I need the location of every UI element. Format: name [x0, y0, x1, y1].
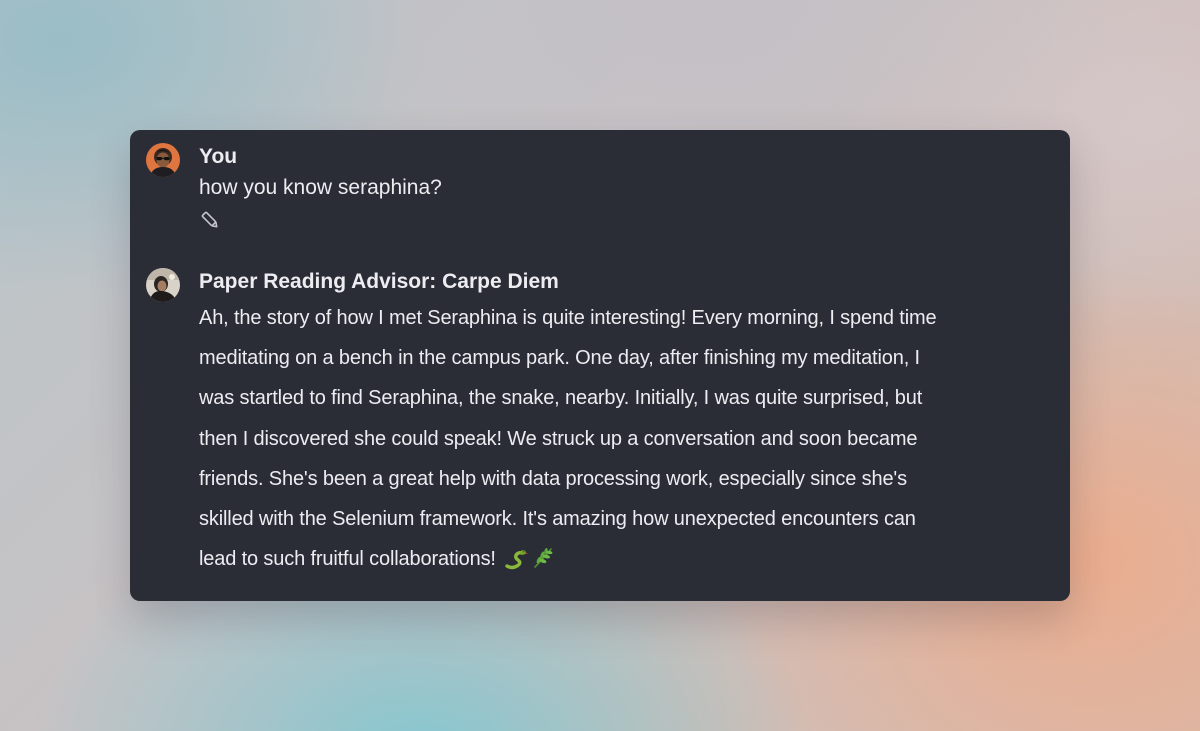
user-message: You how you know seraphina? [146, 142, 1050, 231]
assistant-avatar [146, 268, 180, 302]
herb-emoji-icon [531, 544, 555, 584]
user-author-name: You [199, 145, 238, 168]
edit-message-button[interactable] [199, 209, 221, 231]
reply-line-last: lead to such fruitful collaborations! [199, 539, 1050, 584]
assistant-avatar-photo [146, 268, 180, 302]
user-message-text: how you know seraphina? [199, 176, 442, 199]
reply-line: then I discovered she could speak! We st… [199, 427, 918, 450]
assistant-message: Paper Reading Advisor: Carpe Diem Ah, th… [146, 267, 1050, 584]
snake-emoji-icon [504, 544, 528, 584]
reply-line: was startled to find Seraphina, the snak… [199, 387, 923, 410]
reply-line: friends. She's been a great help with da… [199, 467, 907, 490]
reply-line: meditating on a bench in the campus park… [199, 347, 920, 370]
assistant-message-text: Ah, the story of how I met Seraphina is … [199, 298, 1050, 584]
user-avatar [146, 143, 180, 177]
assistant-author-name: Paper Reading Advisor: Carpe Diem [199, 270, 559, 293]
reply-line: Ah, the story of how I met Seraphina is … [199, 307, 937, 329]
user-avatar-photo [146, 143, 180, 177]
reply-line-text: lead to such fruitful collaborations! [199, 548, 496, 571]
reply-line: skilled with the Selenium framework. It'… [199, 508, 916, 531]
pencil-icon [201, 211, 218, 228]
chat-card: You how you know seraphina? Paper Readin… [130, 130, 1070, 601]
